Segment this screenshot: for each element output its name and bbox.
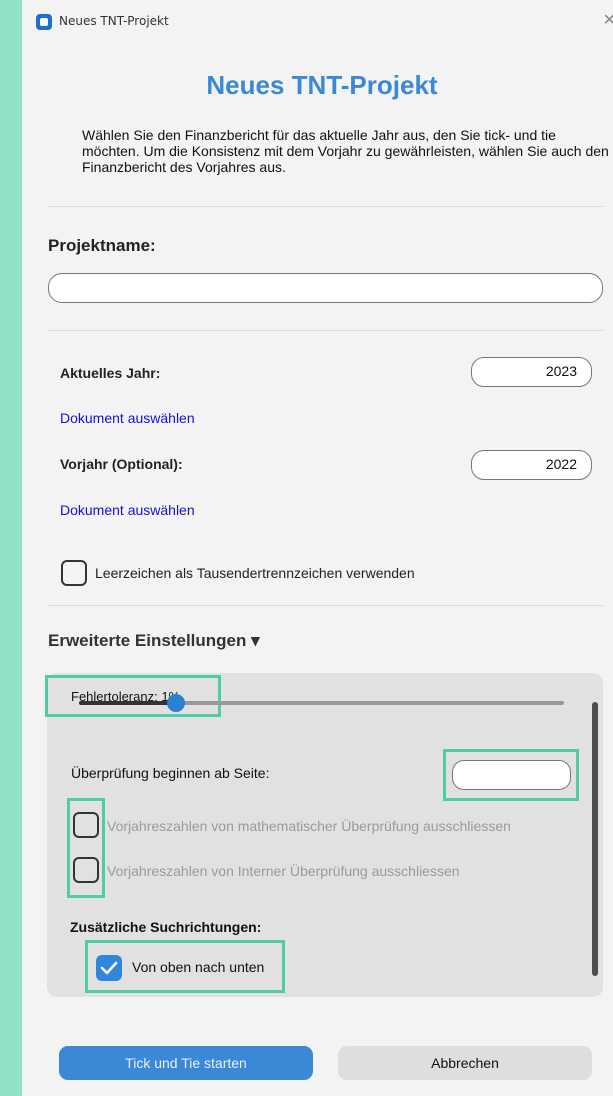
top-to-bottom-label: Von oben nach unten xyxy=(132,959,265,975)
exclude-internal-check-checkbox[interactable] xyxy=(73,857,99,883)
previous-year-label: Vorjahr (Optional): xyxy=(60,456,183,472)
divider xyxy=(48,206,604,207)
tolerance-slider[interactable] xyxy=(79,694,564,712)
advanced-settings-toggle[interactable]: Erweiterte Einstellungen ▾ xyxy=(48,631,260,651)
cancel-button[interactable]: Abbrechen xyxy=(338,1046,592,1080)
divider xyxy=(48,330,604,331)
checkmark-icon xyxy=(100,961,118,975)
top-to-bottom-checkbox[interactable] xyxy=(96,955,122,981)
previous-year-input[interactable]: 2022 xyxy=(471,450,592,480)
exclude-internal-check-label: Vorjahreszahlen von Interner Überprüfung… xyxy=(107,863,460,879)
exclude-math-check-checkbox[interactable] xyxy=(73,812,99,838)
window-title: Neues TNT-Projekt xyxy=(59,14,169,28)
previous-year-select-document-link[interactable]: Dokument auswählen xyxy=(60,502,195,518)
tolerance-slider-fill xyxy=(79,701,176,705)
project-name-label: Projektname: xyxy=(48,236,156,255)
divider xyxy=(48,605,604,606)
title-bar: Neues TNT-Projekt ✕ xyxy=(22,0,613,44)
advanced-panel-scrollbar[interactable] xyxy=(592,702,598,976)
project-name-input[interactable] xyxy=(48,273,603,303)
current-year-select-document-link[interactable]: Dokument auswählen xyxy=(60,410,195,426)
thousand-separator-label: Leerzeichen als Tausendertrennzeichen ve… xyxy=(95,565,415,581)
tolerance-slider-rest xyxy=(176,701,564,705)
start-page-label: Überprüfung beginnen ab Seite: xyxy=(71,765,270,781)
search-directions-title: Zusätzliche Suchrichtungen: xyxy=(70,919,262,935)
app-icon xyxy=(36,14,52,30)
tolerance-slider-thumb[interactable] xyxy=(167,694,185,712)
exclude-math-check-label: Vorjahreszahlen von mathematischer Überp… xyxy=(107,818,511,834)
start-page-input[interactable] xyxy=(452,760,571,790)
intro-text: Wählen Sie den Finanzbericht für das akt… xyxy=(82,127,609,175)
close-icon[interactable]: ✕ xyxy=(603,10,613,29)
start-tick-and-tie-button[interactable]: Tick und Tie starten xyxy=(59,1046,313,1080)
dialog-window: Neues TNT-Projekt ✕ Neues TNT-Projekt Wä… xyxy=(22,0,613,1096)
dialog-heading: Neues TNT-Projekt xyxy=(206,70,438,100)
thousand-separator-checkbox[interactable] xyxy=(61,560,87,586)
current-year-label: Aktuelles Jahr: xyxy=(60,365,161,381)
current-year-input[interactable]: 2023 xyxy=(471,357,592,387)
